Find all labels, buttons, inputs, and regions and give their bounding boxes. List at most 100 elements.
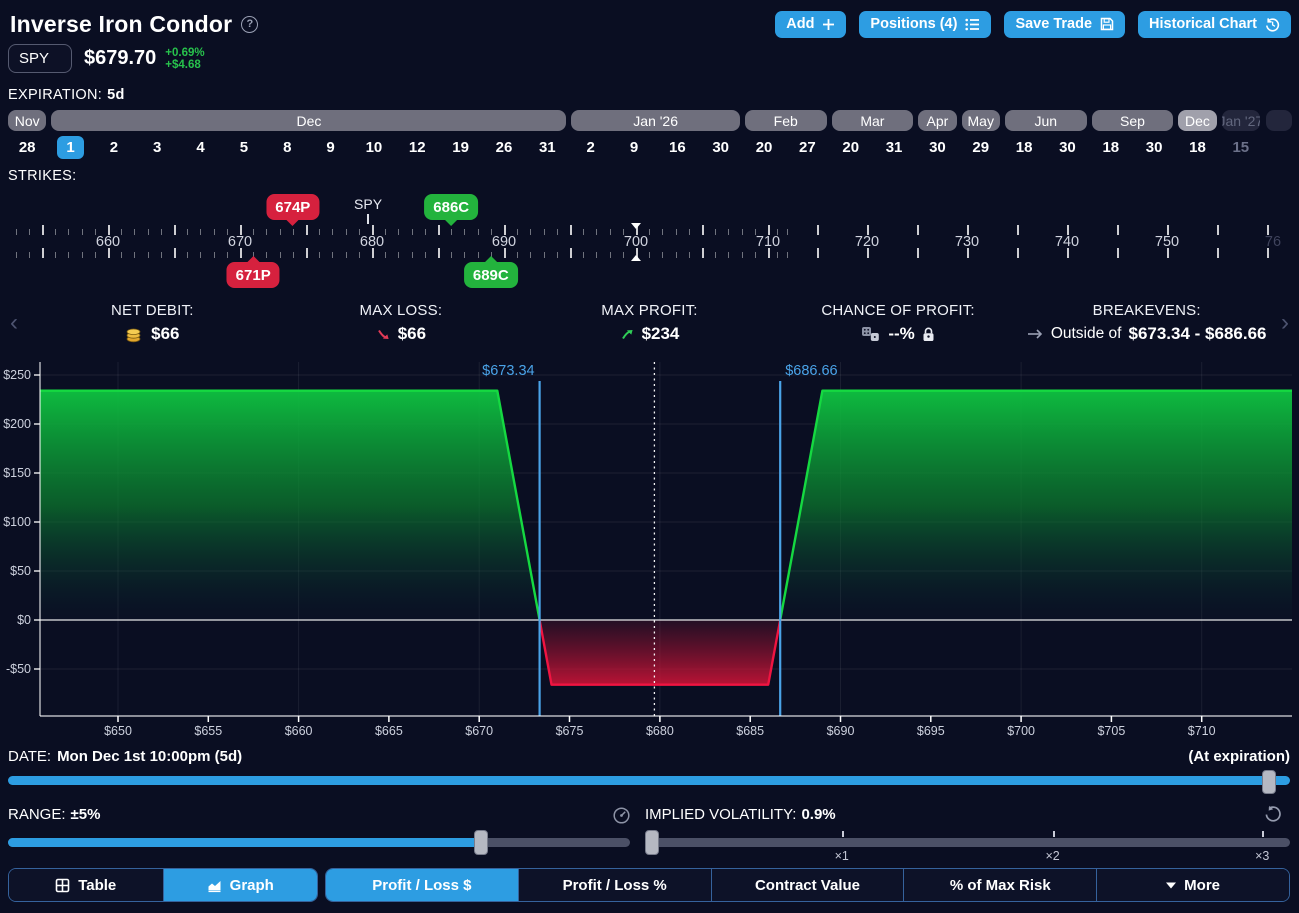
expiration-date-21-day-30[interactable]: 30 (918, 135, 956, 159)
expiration-date-22-day-29[interactable]: 29 (962, 135, 1000, 159)
month-pill-6-may[interactable]: May (962, 110, 1000, 131)
svg-text:$700: $700 (1007, 724, 1035, 738)
month-pill-4-mar[interactable]: Mar (832, 110, 914, 131)
tab-label: % of Max Risk (950, 877, 1051, 894)
ruler-tick (689, 229, 690, 235)
expiration-date-13-day-2[interactable]: 2 (571, 135, 609, 159)
expiration-date-1-day-1[interactable]: 1 (51, 135, 89, 159)
expiration-date-26-day-30[interactable]: 30 (1135, 135, 1173, 159)
tab-profit-loss[interactable]: Profit / Loss % (518, 869, 711, 901)
range-slider[interactable] (8, 832, 630, 860)
tab-of-max-risk[interactable]: % of Max Risk (903, 869, 1096, 901)
month-pill-overflow[interactable] (1266, 110, 1292, 131)
svg-text:$0: $0 (17, 613, 31, 627)
stats-next-chevron[interactable]: › (1271, 309, 1299, 337)
expiration-date-15-day-16[interactable]: 16 (658, 135, 696, 159)
spy-marker-tick (367, 214, 369, 224)
positions-4-button[interactable]: Positions (4) (859, 11, 991, 38)
expiration-date-0-day-28[interactable]: 28 (8, 135, 46, 159)
range-slider-thumb[interactable] (474, 830, 488, 855)
month-pill-8-sep[interactable]: Sep (1092, 110, 1174, 131)
expiration-date-7-day-9[interactable]: 9 (311, 135, 349, 159)
strike-badge-671p[interactable]: 671P (227, 262, 280, 288)
ruler-tick (16, 229, 17, 235)
iv-label: IMPLIED VOLATILITY: (645, 806, 796, 823)
add-button[interactable]: Add (775, 11, 846, 38)
expiration-date-6-day-8[interactable]: 8 (268, 135, 306, 159)
expiration-date-14-day-9[interactable]: 9 (615, 135, 653, 159)
iv-slider-track[interactable] (645, 838, 1290, 847)
date-slider-track[interactable] (8, 776, 1290, 785)
ruler-tick (174, 248, 176, 258)
expiration-date-8-day-10[interactable]: 10 (355, 135, 393, 159)
expiration-date-17-day-20[interactable]: 20 (745, 135, 783, 159)
tab-table[interactable]: Table (9, 869, 163, 901)
ruler-tick (478, 252, 479, 258)
ruler-tick (728, 229, 729, 235)
tab-contract-value[interactable]: Contract Value (711, 869, 904, 901)
historical-chart-button[interactable]: Historical Chart (1138, 11, 1291, 38)
ruler-tick (1117, 225, 1119, 235)
date-number: 2 (577, 136, 604, 159)
ruler-tick (777, 252, 778, 258)
ruler-tick (742, 252, 743, 258)
month-pill-5-apr[interactable]: Apr (918, 110, 956, 131)
month-pill-1-dec[interactable]: Dec (51, 110, 566, 131)
iv-slider-thumb[interactable] (645, 830, 659, 855)
table-icon (55, 878, 70, 893)
month-pill-0-nov[interactable]: Nov (8, 110, 46, 131)
ruler-label-710: 710 (756, 234, 780, 250)
expiration-date-27-day-18[interactable]: 18 (1178, 135, 1216, 159)
expiration-date-3-day-3[interactable]: 3 (138, 135, 176, 159)
expiration-date-10-day-19[interactable]: 19 (441, 135, 479, 159)
month-pill-10-jan-27[interactable]: Jan '27 (1222, 110, 1260, 131)
month-pill-7-jun[interactable]: Jun (1005, 110, 1087, 131)
strike-ruler[interactable]: 66067068069070071072073074075076SPY674P6… (0, 190, 1299, 295)
date-number: 27 (794, 136, 821, 159)
date-number: 9 (620, 136, 647, 159)
ruler-tick (425, 229, 426, 235)
tab-profit-loss[interactable]: Profit / Loss $ (326, 869, 518, 901)
iv-reset-icon[interactable] (1264, 805, 1282, 828)
ruler-tick (280, 229, 281, 235)
date-slider[interactable] (8, 774, 1290, 788)
strike-badge-686c[interactable]: 686C (424, 194, 478, 220)
ruler-tick (42, 248, 44, 258)
expiration-date-23-day-18[interactable]: 18 (1005, 135, 1043, 159)
month-pill-3-feb[interactable]: Feb (745, 110, 827, 131)
ruler-label-dim: 76 (1265, 234, 1281, 250)
iv-slider[interactable]: ×1×2×3 (645, 832, 1290, 860)
expiration-date-5-day-5[interactable]: 5 (225, 135, 263, 159)
expiration-date-24-day-30[interactable]: 30 (1048, 135, 1086, 159)
expiration-date-2-day-2[interactable]: 2 (95, 135, 133, 159)
pl-chart[interactable]: $673.34$686.66$650$655$660$665$670$675$6… (0, 354, 1299, 746)
expiration-date-11-day-26[interactable]: 26 (485, 135, 523, 159)
stats-prev-chevron[interactable]: ‹ (0, 309, 28, 337)
expiration-date-20-day-31[interactable]: 31 (875, 135, 913, 159)
iv-value: 0.9% (801, 806, 835, 823)
gauge-icon[interactable] (612, 806, 631, 830)
date-slider-thumb[interactable] (1262, 770, 1276, 794)
ticker-row: SPY $679.70 +0.69% +$4.68 (8, 44, 205, 73)
expiration-date-18-day-27[interactable]: 27 (788, 135, 826, 159)
ruler-tick (266, 252, 267, 258)
month-pill-2-jan-26[interactable]: Jan '26 (571, 110, 739, 131)
expiration-date-4-day-4[interactable]: 4 (181, 135, 219, 159)
help-icon[interactable]: ? (241, 16, 258, 33)
strike-badge-674p[interactable]: 674P (266, 194, 319, 220)
strike-badge-689c[interactable]: 689C (464, 262, 518, 288)
expiration-date-12-day-31[interactable]: 31 (528, 135, 566, 159)
tab-more[interactable]: More (1096, 869, 1289, 901)
list-icon (965, 18, 980, 31)
expiration-date-9-day-12[interactable]: 12 (398, 135, 436, 159)
expiration-date-28-day-15[interactable]: 15 (1222, 135, 1260, 159)
tab-graph[interactable]: Graph (163, 869, 318, 901)
expiration-date-16-day-30[interactable]: 30 (702, 135, 740, 159)
save-trade-button[interactable]: Save Trade (1004, 11, 1125, 38)
date-number: 4 (187, 136, 214, 159)
svg-text:$650: $650 (104, 724, 132, 738)
month-pill-9-dec[interactable]: Dec (1178, 110, 1216, 131)
expiration-date-25-day-18[interactable]: 18 (1092, 135, 1130, 159)
symbol-input[interactable]: SPY (8, 44, 72, 73)
expiration-date-19-day-20[interactable]: 20 (832, 135, 870, 159)
